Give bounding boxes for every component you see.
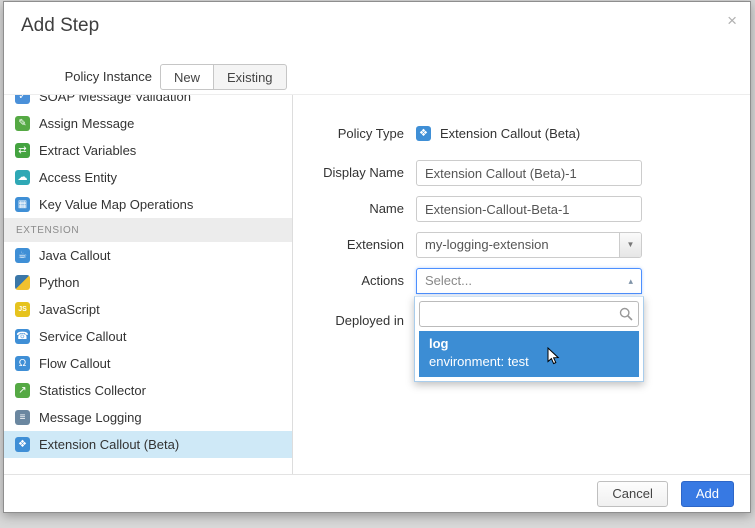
message-logging-icon: ≡	[15, 410, 30, 425]
chevron-down-icon[interactable]: ▼	[619, 233, 641, 257]
option-title: log	[429, 335, 629, 353]
policy-instance-row: Policy Instance New Existing	[4, 64, 750, 90]
policy-item-extract-variables[interactable]: ⇄ Extract Variables	[4, 137, 292, 164]
extension-section-header: EXTENSION	[4, 218, 292, 242]
actions-select[interactable]: Select... ▴	[416, 268, 642, 294]
actions-row: Actions Select... ▴	[294, 268, 750, 294]
policy-instance-toggle: New Existing	[160, 64, 287, 90]
policy-form: Policy Type ❖ Extension Callout (Beta) D…	[294, 95, 750, 474]
policy-item-soap-message-validation[interactable]: ✓ SOAP Message Validation	[4, 95, 292, 110]
display-name-input[interactable]	[416, 160, 642, 186]
add-step-modal: Add Step × Policy Instance New Existing …	[3, 1, 751, 513]
option-subtitle: environment: test	[429, 353, 629, 371]
actions-option-log[interactable]: log environment: test	[419, 331, 639, 377]
mouse-cursor-icon	[546, 347, 562, 365]
deployed-in-label: Deployed in	[294, 308, 404, 334]
key-value-map-icon: ▦	[15, 197, 30, 212]
policy-item-label: Access Entity	[39, 170, 117, 185]
policy-item-label: Flow Callout	[39, 356, 111, 371]
extension-row: Extension my-logging-extension ▼	[294, 232, 750, 258]
modal-content: ✓ SOAP Message Validation ✎ Assign Messa…	[4, 94, 750, 474]
service-callout-icon: ☎	[15, 329, 30, 344]
policy-item-flow-callout[interactable]: Ω Flow Callout	[4, 350, 292, 377]
close-icon[interactable]: ×	[727, 12, 737, 29]
policy-item-message-logging[interactable]: ≡ Message Logging	[4, 404, 292, 431]
policy-type-icon: ❖	[416, 126, 431, 141]
policy-type-value: Extension Callout (Beta)	[440, 121, 580, 147]
name-input[interactable]	[416, 196, 642, 222]
policy-type-row: Policy Type ❖ Extension Callout (Beta)	[294, 121, 750, 147]
actions-search	[419, 301, 639, 327]
extract-variables-icon: ⇄	[15, 143, 30, 158]
policy-item-label: JavaScript	[39, 302, 100, 317]
flow-callout-icon: Ω	[15, 356, 30, 371]
policy-item-label: Extension Callout (Beta)	[39, 437, 179, 452]
actions-label: Actions	[294, 268, 404, 294]
policy-item-extension-callout-beta[interactable]: ❖ Extension Callout (Beta)	[4, 431, 292, 458]
add-button[interactable]: Add	[681, 481, 734, 507]
policy-item-label: SOAP Message Validation	[39, 95, 191, 104]
policy-item-assign-message[interactable]: ✎ Assign Message	[4, 110, 292, 137]
modal-title: Add Step	[21, 15, 99, 37]
policy-item-label: Java Callout	[39, 248, 111, 263]
name-row: Name	[294, 196, 750, 222]
policy-item-label: Python	[39, 275, 79, 290]
policy-item-label: Message Logging	[39, 410, 142, 425]
extension-select[interactable]: my-logging-extension ▼	[416, 232, 642, 258]
modal-footer: Cancel Add	[4, 474, 750, 512]
soap-message-validation-icon: ✓	[15, 95, 30, 104]
policy-item-label: Assign Message	[39, 116, 134, 131]
new-toggle-button[interactable]: New	[160, 64, 214, 90]
policy-type-label: Policy Type	[294, 121, 404, 147]
actions-search-input[interactable]	[419, 301, 639, 327]
policy-instance-label: Policy Instance	[4, 64, 152, 90]
policy-item-service-callout[interactable]: ☎ Service Callout	[4, 323, 292, 350]
python-icon	[15, 275, 30, 290]
cancel-button[interactable]: Cancel	[597, 481, 667, 507]
display-name-label: Display Name	[294, 160, 404, 186]
policy-item-label: Statistics Collector	[39, 383, 146, 398]
policy-item-javascript[interactable]: JS JavaScript	[4, 296, 292, 323]
policy-item-key-value-map-operations[interactable]: ▦ Key Value Map Operations	[4, 191, 292, 218]
policy-list-inner: ✓ SOAP Message Validation ✎ Assign Messa…	[4, 95, 292, 458]
extension-callout-icon: ❖	[15, 437, 30, 452]
java-callout-icon: ☕	[15, 248, 30, 263]
statistics-collector-icon: ↗	[15, 383, 30, 398]
javascript-icon: JS	[15, 302, 30, 317]
policy-list: ✓ SOAP Message Validation ✎ Assign Messa…	[4, 95, 293, 474]
policy-item-access-entity[interactable]: ☁ Access Entity	[4, 164, 292, 191]
policy-item-label: Key Value Map Operations	[39, 197, 193, 212]
policy-item-label: Service Callout	[39, 329, 126, 344]
policy-item-statistics-collector[interactable]: ↗ Statistics Collector	[4, 377, 292, 404]
existing-toggle-button[interactable]: Existing	[213, 64, 287, 90]
actions-dropdown: log environment: test	[414, 296, 644, 382]
access-entity-icon: ☁	[15, 170, 30, 185]
display-name-row: Display Name	[294, 160, 750, 186]
search-icon	[619, 307, 633, 321]
chevron-up-icon: ▴	[628, 269, 633, 293]
extension-label: Extension	[294, 232, 404, 258]
actions-select-value: Select...	[425, 269, 472, 293]
policy-item-python[interactable]: Python	[4, 269, 292, 296]
policy-item-java-callout[interactable]: ☕ Java Callout	[4, 242, 292, 269]
policy-item-label: Extract Variables	[39, 143, 136, 158]
extension-select-value: my-logging-extension	[425, 233, 549, 257]
name-label: Name	[294, 196, 404, 222]
assign-message-icon: ✎	[15, 116, 30, 131]
